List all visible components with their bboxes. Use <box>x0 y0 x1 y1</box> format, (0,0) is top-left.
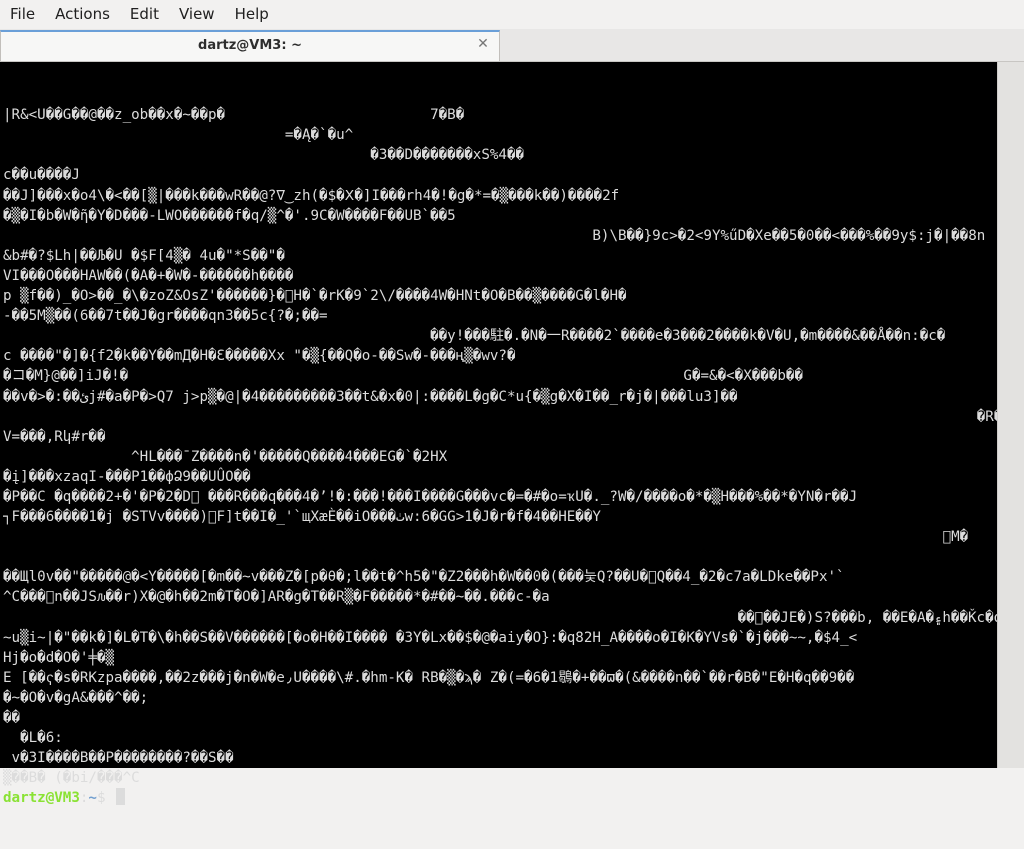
terminal-line: ^C���⃞n��JSԉ��r)X�@�h��2m�T�O�]AR�g�T��R… <box>3 589 550 606</box>
tab-title: dartz@VM3: ~ <box>198 38 302 53</box>
terminal-line: ^HL���¯Z����n�'�����Q����4���EG�`�2HX <box>3 448 448 465</box>
terminal-line: ~u▒i~|�"��k�]�L�T�\�h��S��V������[�o�H��… <box>3 629 858 646</box>
close-icon[interactable]: ✕ <box>475 36 491 52</box>
menu-actions[interactable]: Actions <box>45 0 120 29</box>
terminal-line: c ����"�]�{f2�k��Y��mД�H�Ɛ�����Xx "�▒{��… <box>3 348 516 365</box>
terminal-line: VI���O���HAW��(�A�+�W�-������h���� <box>3 267 294 284</box>
terminal-line: ┐F���6����1�j �STVv����)⃞F]t��I�_'`щXӕÈ�… <box>3 509 601 526</box>
terminal-line: ⱢI��A�:�<W���! OW�w���1���j <box>3 547 997 567</box>
terminal-line: �L�6: <box>3 730 63 747</box>
terminal-line: c��u����J <box>3 167 80 184</box>
menu-bar: File Actions Edit View Help <box>0 0 1024 29</box>
terminal-line: Hj�o�d�O�'╪�▒ <box>3 649 115 666</box>
prompt-symbol: $ <box>96 790 115 807</box>
terminal-line: -��5M▒��(6��7t��J�gr����qn3��5c{?�;��= <box>3 308 328 325</box>
terminal-output[interactable]: |R&<U��G��@��z_ob��x�~��p� 7�B� =�Ą�`�u^… <box>0 62 997 806</box>
prompt-separator: : <box>79 790 89 807</box>
terminal-line: B)\B��}9c>�2<9Y%űD�Xe��5�0��<���%��9y$:j… <box>3 227 986 244</box>
menu-edit[interactable]: Edit <box>120 0 169 29</box>
text-cursor <box>116 788 126 806</box>
terminal-line: �P��C �q����2+�'�P�2�D⃞ ���R���q���4�ʼ!�… <box>3 488 858 505</box>
terminal-line: V=���,Rկ#r�� <box>3 428 106 445</box>
menu-view[interactable]: View <box>169 0 225 29</box>
terminal-line: ��v�>�:��ئj#�a�P�>Q7 j>p▒�@|�4���������3… <box>3 388 738 405</box>
terminal-line: �� <box>3 710 21 726</box>
terminal-line: �3��D�������xS%4�� <box>3 147 525 164</box>
menu-help[interactable]: Help <box>225 0 279 29</box>
terminal-line: =�Ą�`�u^ <box>3 127 354 144</box>
terminal-line: ��J]���x�o4\�<��[▒|���k���wR��@?∇‿zh(�$�… <box>3 187 620 204</box>
menu-file[interactable]: File <box>0 0 45 29</box>
terminal-line: �į]���xzaqI-���P1��фՁ9��UÛO�� <box>3 468 251 485</box>
terminal-scrollbar[interactable] <box>997 62 1024 768</box>
terminal-line: &b#�?$Lh|��Љ�U �$F[4▒� 4u�"*S��"� <box>3 247 285 264</box>
terminal-line: ��y!���駐�.�N�一R����2`����e�3���2����k�V�… <box>3 328 946 345</box>
terminal-line: |R&<U��G��@��z_ob��x�~��p� 7�B� <box>3 107 465 124</box>
terminal-line: v�3I����B��P��������?��S�� <box>3 750 234 767</box>
shell-prompt: dartz@VM3:~$ <box>3 788 997 808</box>
terminal-line: ��⃞��JE�)S?���b, ��E�A�۽h��Ǩc�q�¡ <box>737 609 997 626</box>
terminal-line: �~�O�v�gA&���^��; <box>3 689 149 706</box>
terminal-line: p ▒f��)_�O>��_�\�zoZ&OsZ'������}�⃞H�`�rK… <box>3 288 627 305</box>
tab-bar: dartz@VM3: ~ ✕ <box>0 29 1024 62</box>
terminal-tab[interactable]: dartz@VM3: ~ ✕ <box>0 30 500 61</box>
terminal-line: ��Щl0v��"�����@�<Y�����[�m��~v���Z�[p�θ�… <box>3 569 845 586</box>
terminal-line: �R����yQ��*C <box>3 408 997 425</box>
terminal-line: ⃞M� <box>3 529 969 546</box>
terminal-line: �▒�I�b�W�ῆ�Y�D���-LWO������f�q/▒^�'.9C�W… <box>3 207 456 224</box>
terminal-text: |R&<U��G��@��z_ob��x�~��p� 7�B� =�Ą�`�u^… <box>3 65 997 849</box>
terminal-line: E [��ҁ�s�RKzpa����,��2z���j�n�W�e٫U����\… <box>3 669 855 686</box>
terminal-line: �コ�M}@��]iJ�!� G�=&�<�X���b�� <box>3 368 804 385</box>
terminal-line: ▒��B� (�bi/���^C <box>3 770 140 787</box>
prompt-path: ~ <box>88 790 97 807</box>
prompt-user-host: dartz@VM3 <box>3 790 80 807</box>
